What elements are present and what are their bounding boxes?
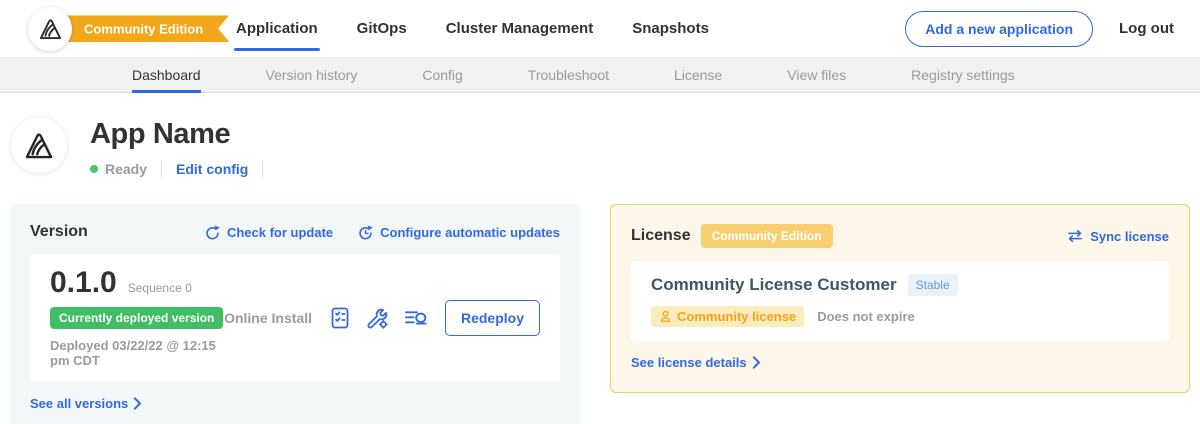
version-number: 0.1.0 <box>50 268 117 298</box>
logout-button[interactable]: Log out <box>1119 20 1174 37</box>
deployed-timestamp: Deployed 03/22/22 @ 12:15 pm CDT <box>50 338 224 368</box>
configure-automatic-updates-label: Configure automatic updates <box>380 225 560 240</box>
community-edition-ribbon-label: Community Edition <box>84 21 203 36</box>
subnav-item-license[interactable]: License <box>674 58 722 92</box>
see-license-details-link[interactable]: See license details <box>631 355 761 370</box>
view-logs-search-icon[interactable] <box>403 306 429 330</box>
license-meta-row: Community license Does not expire <box>651 306 1149 327</box>
see-license-details-label: See license details <box>631 355 747 370</box>
tab-cluster-management[interactable]: Cluster Management <box>444 0 596 57</box>
app-info: App Name Ready Edit config <box>90 116 277 177</box>
subnav-item-config[interactable]: Config <box>422 58 462 92</box>
license-card-header: License Community Edition Sync license <box>631 224 1169 248</box>
version-card-header: Version Check for update <box>30 223 560 241</box>
subnav-item-registry-settings[interactable]: Registry settings <box>911 58 1014 92</box>
tab-gitops[interactable]: GitOps <box>355 0 409 57</box>
edit-config-link[interactable]: Edit config <box>176 161 248 177</box>
license-header-links: Sync license <box>1066 229 1169 244</box>
add-new-application-button[interactable]: Add a new application <box>905 11 1093 47</box>
subnav-version-history-label: Version history <box>266 67 358 83</box>
tab-cluster-management-label: Cluster Management <box>446 20 594 37</box>
subnav-item-dashboard[interactable]: Dashboard <box>132 58 201 92</box>
tab-snapshots-label: Snapshots <box>632 20 709 37</box>
refresh-icon <box>204 224 221 241</box>
community-edition-ribbon: Community Edition <box>50 15 229 42</box>
current-version-panel: 0.1.0 Sequence 0 Currently deployed vers… <box>30 254 560 382</box>
brand-logo-area: Community Edition <box>28 7 210 51</box>
subnav-item-view-files[interactable]: View files <box>787 58 846 92</box>
license-type-badge: Community license <box>651 306 804 327</box>
license-details-panel: Community License Customer Stable Commun… <box>631 261 1169 341</box>
community-edition-badge: Community Edition <box>701 224 833 248</box>
sync-license-link[interactable]: Sync license <box>1066 229 1169 244</box>
app-header: App Name Ready Edit config <box>0 93 1200 204</box>
tab-gitops-label: GitOps <box>357 20 407 37</box>
dashboard-main: Version Check for update <box>0 204 1200 424</box>
version-card-title: Version <box>30 223 88 241</box>
tab-application[interactable]: Application <box>234 0 320 57</box>
subnav-item-version-history[interactable]: Version history <box>266 58 358 92</box>
sync-license-label: Sync license <box>1090 229 1169 244</box>
sync-arrows-icon <box>1066 229 1084 243</box>
version-details: 0.1.0 Sequence 0 Currently deployed vers… <box>50 268 224 368</box>
primary-nav-tabs: Application GitOps Cluster Management Sn… <box>234 0 746 57</box>
top-navbar: Community Edition Application GitOps Clu… <box>0 0 1200 57</box>
redeploy-button[interactable]: Redeploy <box>445 300 540 336</box>
divider <box>262 161 263 177</box>
brand-logo-circle[interactable] <box>28 7 72 51</box>
divider <box>161 161 162 177</box>
version-header-links: Check for update Configure automatic upd… <box>204 224 560 241</box>
version-actions: Online Install <box>224 300 540 336</box>
subnav-item-troubleshoot[interactable]: Troubleshoot <box>528 58 609 92</box>
check-for-update-link[interactable]: Check for update <box>204 224 333 241</box>
app-subnav: Dashboard Version history Config Trouble… <box>0 57 1200 93</box>
subnav-license-label: License <box>674 67 722 83</box>
subnav-troubleshoot-label: Troubleshoot <box>528 67 609 83</box>
subnav-config-label: Config <box>422 67 462 83</box>
channel-badge: Stable <box>908 274 958 296</box>
page-title: App Name <box>90 118 277 151</box>
license-card-title: License <box>631 227 691 245</box>
version-number-row: 0.1.0 Sequence 0 <box>50 268 224 298</box>
subnav-view-files-label: View files <box>787 67 846 83</box>
sequence-label: Sequence 0 <box>128 281 192 295</box>
app-status-row: Ready Edit config <box>90 161 277 177</box>
replicated-logo-icon <box>37 15 64 42</box>
subnav-dashboard-label: Dashboard <box>132 67 201 83</box>
status-dot <box>90 165 98 173</box>
version-card: Version Check for update <box>10 204 580 424</box>
subnav-registry-settings-label: Registry settings <box>911 67 1014 83</box>
license-card: License Community Edition Sync license <box>610 204 1190 393</box>
status-label: Ready <box>105 161 147 177</box>
see-all-versions-label: See all versions <box>30 396 128 411</box>
license-type-label: Community license <box>677 309 796 324</box>
install-type-label: Online Install <box>224 310 312 326</box>
customer-name: Community License Customer <box>651 275 897 295</box>
customer-row: Community License Customer Stable <box>651 274 1149 296</box>
check-for-update-label: Check for update <box>227 225 333 240</box>
tab-snapshots[interactable]: Snapshots <box>630 0 711 57</box>
tab-application-label: Application <box>236 20 318 37</box>
chevron-right-icon <box>752 356 761 369</box>
configure-automatic-updates-link[interactable]: Configure automatic updates <box>357 224 560 241</box>
clock-refresh-icon <box>357 224 374 241</box>
see-all-versions-link[interactable]: See all versions <box>30 396 142 411</box>
app-logo-icon <box>22 128 56 162</box>
app-avatar <box>10 116 68 174</box>
config-wrench-gear-icon[interactable] <box>365 306 390 331</box>
version-action-icons <box>328 306 429 331</box>
chevron-right-icon <box>133 397 142 410</box>
preflight-checklist-icon[interactable] <box>328 306 352 330</box>
person-icon <box>659 310 672 323</box>
currently-deployed-badge: Currently deployed version <box>50 307 223 329</box>
expiry-text: Does not expire <box>817 309 915 324</box>
